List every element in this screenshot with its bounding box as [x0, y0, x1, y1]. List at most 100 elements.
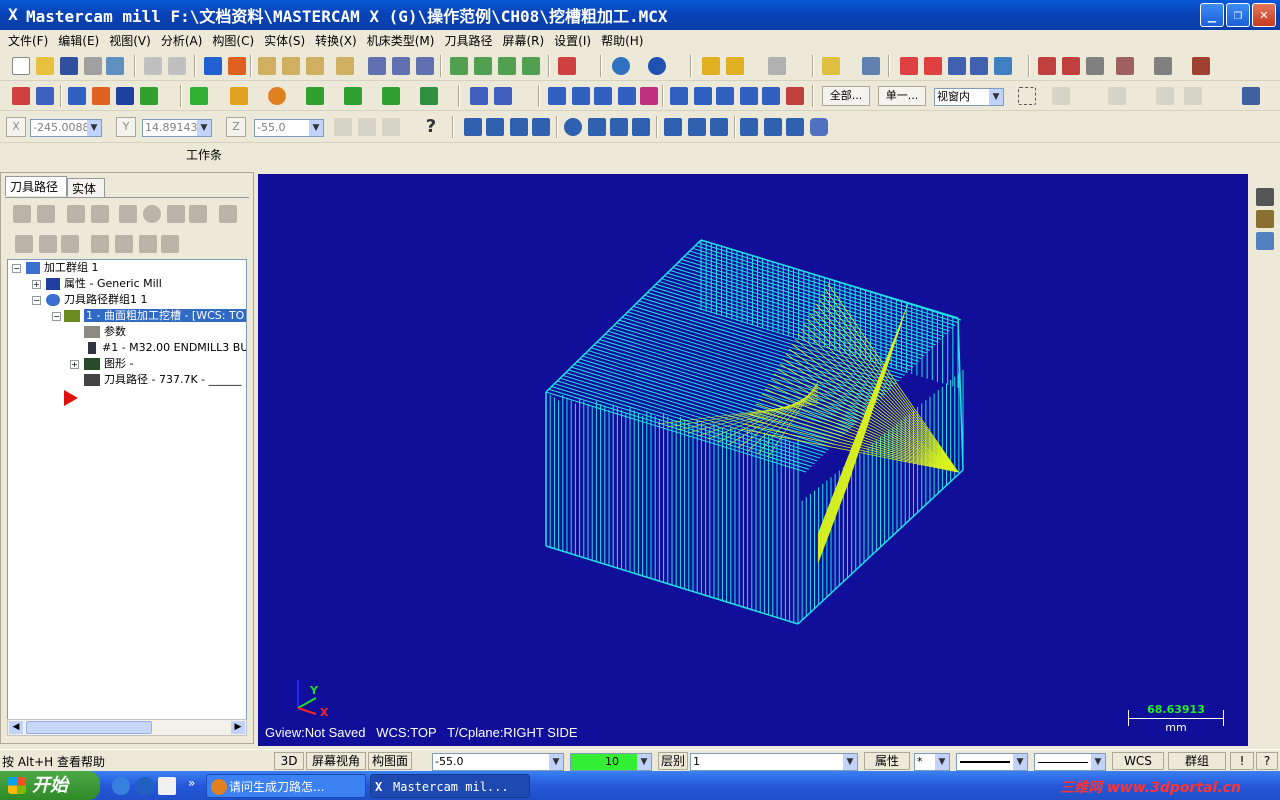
save-icon[interactable] — [60, 57, 78, 75]
house-icon[interactable] — [994, 57, 1012, 75]
menu-settings[interactable]: 设置(I) — [549, 32, 596, 49]
tree-tool[interactable]: #1 - M32.00 ENDMILL3 BUL — [88, 340, 246, 356]
menu-solids[interactable]: 实体(S) — [259, 32, 310, 49]
warnings-button[interactable]: ! — [1230, 752, 1254, 770]
fillet-icon[interactable] — [92, 87, 110, 105]
grid-icon[interactable] — [900, 57, 918, 75]
toolpath-15-icon[interactable] — [810, 118, 828, 136]
top-view-icon[interactable] — [450, 57, 468, 75]
taskbar-item-browser[interactable]: 请问生成刀路怎... — [206, 774, 366, 798]
menu-create[interactable]: 构图(C) — [207, 32, 259, 49]
tab-solids[interactable]: 实体 — [67, 178, 105, 198]
xform-4-icon[interactable] — [618, 87, 636, 105]
tab-toolpaths[interactable]: 刀具路径 — [5, 176, 67, 196]
collapse-icon[interactable]: − — [32, 296, 41, 305]
toggle-display-icon[interactable] — [39, 235, 57, 253]
menu-help[interactable]: 帮助(H) — [596, 32, 648, 49]
toolpath-6-icon[interactable] — [588, 118, 606, 136]
point-icon[interactable] — [12, 87, 30, 105]
z-coord-field[interactable]: -55.0 ▼ — [254, 119, 324, 137]
construction-plane-button[interactable]: 构图面 — [368, 752, 412, 770]
tree-horizontal-scrollbar[interactable]: ◀ ▶ — [7, 719, 247, 736]
ie-quicklaunch-icon[interactable] — [112, 777, 130, 795]
highfeed-icon[interactable] — [219, 205, 237, 223]
line-style-select[interactable]: ▼ — [956, 753, 1028, 771]
xform-9-icon[interactable] — [740, 87, 758, 105]
side-view-icon[interactable] — [498, 57, 516, 75]
zoom-window-icon[interactable] — [282, 57, 300, 75]
toolpath-11-icon[interactable] — [710, 118, 728, 136]
undo-icon[interactable] — [144, 57, 162, 75]
scroll-left-icon[interactable]: ◀ — [9, 721, 23, 734]
g1-post-icon[interactable] — [167, 205, 185, 223]
collapse-icon[interactable]: − — [52, 312, 61, 321]
xform-10-icon[interactable] — [762, 87, 780, 105]
screen-view-button[interactable]: 屏幕视角 — [306, 752, 366, 770]
select-dirty-ops-icon[interactable] — [37, 205, 55, 223]
tree-properties[interactable]: 属性 - Generic Mill — [46, 276, 162, 292]
tree-machine-group[interactable]: 加工群组 1 — [26, 260, 99, 276]
scroll-icon[interactable] — [161, 235, 179, 253]
xform-8-icon[interactable] — [716, 87, 734, 105]
menu-file[interactable]: 文件(F) — [3, 32, 53, 49]
xform-1-icon[interactable] — [548, 87, 566, 105]
minimize-button[interactable]: _ — [1200, 3, 1224, 27]
xform-6-icon[interactable] — [670, 87, 688, 105]
taskbar-item-mastercam[interactable]: X Mastercam mil... — [370, 774, 530, 798]
rectangle-icon[interactable] — [306, 87, 324, 105]
rotate-icon[interactable] — [494, 87, 512, 105]
point-style-select[interactable]: * ▼ — [914, 753, 950, 771]
color-select[interactable]: 10 ▼ — [570, 753, 652, 771]
post-icon[interactable] — [189, 205, 207, 223]
select-single-button[interactable]: 单一... — [878, 86, 926, 106]
pencil-icon[interactable] — [702, 57, 720, 75]
verify-icon[interactable] — [1192, 57, 1210, 75]
close-button[interactable]: ✕ — [1252, 3, 1276, 27]
solid-feature-icon[interactable] — [1062, 57, 1080, 75]
groups-button[interactable]: 群组 — [1168, 752, 1226, 770]
fast-point-icon[interactable] — [334, 118, 352, 136]
analyze-icon[interactable] — [822, 57, 840, 75]
mirror-icon[interactable] — [470, 87, 488, 105]
level-field[interactable]: 1 ▼ — [690, 753, 858, 771]
zoom-fit-icon[interactable] — [258, 57, 276, 75]
list-icon[interactable] — [924, 57, 942, 75]
menu-xform[interactable]: 转换(X) — [310, 32, 362, 49]
xform-5-icon[interactable] — [640, 87, 658, 105]
front-view-icon[interactable] — [474, 57, 492, 75]
hidden-line-icon[interactable] — [416, 57, 434, 75]
menu-machine-type[interactable]: 机床类型(M) — [362, 32, 440, 49]
toolpath-3-icon[interactable] — [510, 118, 528, 136]
zoom-target-icon[interactable] — [306, 57, 324, 75]
pan-icon[interactable] — [204, 57, 222, 75]
menu-screen[interactable]: 屏幕(R) — [497, 32, 549, 49]
drill-icon[interactable] — [1256, 210, 1274, 228]
toolpath-14-icon[interactable] — [786, 118, 804, 136]
tree-toolpath-group[interactable]: 刀具路径群组1 1 — [46, 292, 148, 308]
new-file-icon[interactable] — [12, 57, 30, 75]
help-question-icon[interactable]: ? — [422, 118, 440, 136]
y-coord-field[interactable]: 14.89143 ▼ — [142, 119, 212, 137]
iso-view-icon[interactable] — [522, 57, 540, 75]
toolpath-5-icon[interactable] — [564, 118, 582, 136]
globe-icon[interactable] — [612, 57, 630, 75]
verify-op-icon[interactable] — [143, 205, 161, 223]
menu-view[interactable]: 视图(V) — [104, 32, 156, 49]
move-up-icon[interactable] — [115, 235, 133, 253]
x-coord-field[interactable]: -245.0088 ▼ — [30, 119, 102, 137]
selection-mode-select[interactable]: 视窗内 ▼ — [934, 88, 1004, 106]
wcs-button[interactable]: WCS — [1112, 752, 1164, 770]
circle-icon[interactable] — [268, 87, 286, 105]
cube-view-icon[interactable] — [558, 57, 576, 75]
toolpath-8-icon[interactable] — [632, 118, 650, 136]
select-out-icon[interactable] — [1184, 87, 1202, 105]
xform-7-icon[interactable] — [694, 87, 712, 105]
add-point-icon[interactable] — [190, 87, 208, 105]
scroll-thumb[interactable] — [26, 721, 152, 734]
select-in-icon[interactable] — [1156, 87, 1174, 105]
tool-manager-icon[interactable] — [1256, 188, 1274, 206]
sphere-icon[interactable] — [648, 57, 666, 75]
toolpath-1-icon[interactable] — [464, 118, 482, 136]
select-all-button[interactable]: 全部... — [822, 86, 870, 106]
xform-2-icon[interactable] — [572, 87, 590, 105]
